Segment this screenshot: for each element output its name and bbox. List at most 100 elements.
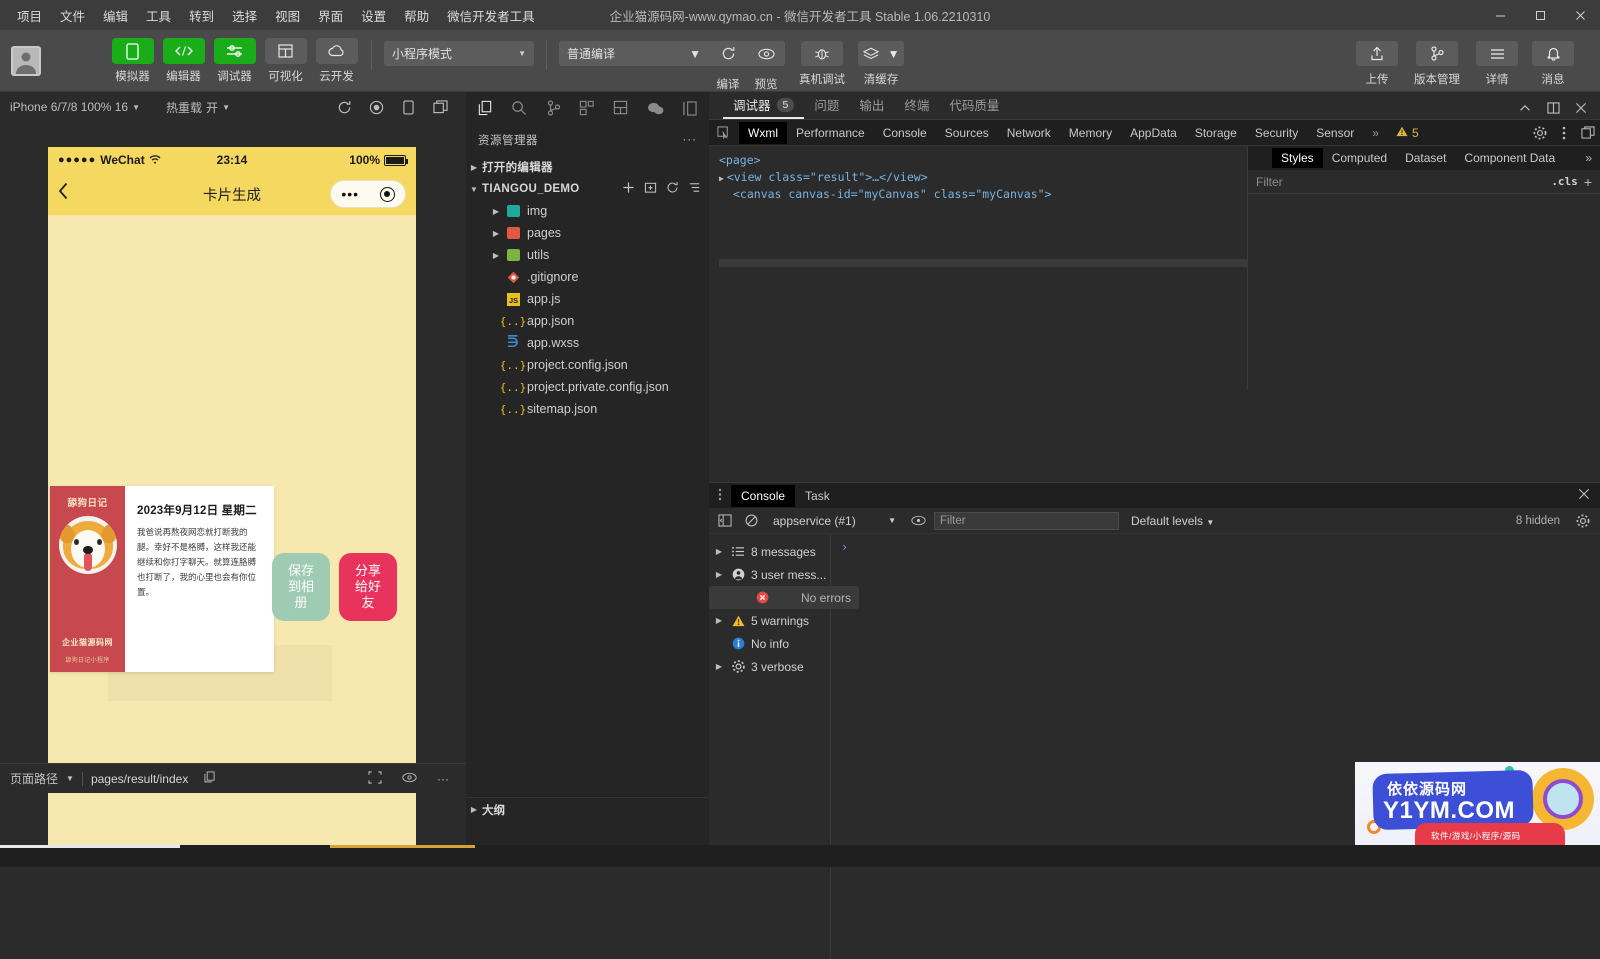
tree-item-projectconfig[interactable]: {..} project.config.json (466, 354, 709, 376)
menu-item-goto[interactable]: 转到 (180, 2, 223, 29)
devtools-tab-memory[interactable]: Memory (1060, 122, 1121, 144)
simulator-record-icon[interactable] (360, 95, 392, 119)
menu-item-edit[interactable]: 编辑 (94, 2, 137, 29)
new-folder-icon[interactable] (644, 181, 657, 197)
upload-button[interactable]: 上传 (1352, 30, 1402, 87)
devtools-tab-security[interactable]: Security (1246, 122, 1307, 144)
devtools-tab-network[interactable]: Network (998, 122, 1060, 144)
minimize-button[interactable] (1480, 0, 1520, 30)
devtools-warning-indicator[interactable]: 5 (1388, 126, 1427, 140)
files-icon[interactable] (468, 93, 502, 123)
tree-item-appwxss[interactable]: ⋽ app.wxss (466, 332, 709, 354)
maximize-button[interactable] (1520, 0, 1560, 30)
outline-section[interactable]: ▶ 大纲 (466, 797, 709, 821)
console-sidebar-user-messages[interactable]: ▶ 3 user mess... (709, 563, 830, 586)
open-editors-section[interactable]: ▶ 打开的编辑器 (466, 156, 709, 178)
menu-item-tools[interactable]: 工具 (137, 2, 180, 29)
console-close-icon[interactable] (1578, 488, 1600, 503)
layout-icon[interactable] (604, 93, 638, 123)
console-sidebar-info[interactable]: No info (709, 632, 830, 655)
source-control-icon[interactable] (536, 93, 570, 123)
project-root-section[interactable]: ▼ TIANGOU_DEMO (466, 178, 709, 200)
tab-output[interactable]: 输出 (849, 95, 894, 119)
styles-tab-component-data[interactable]: Component Data (1455, 148, 1564, 168)
eye-preview-icon[interactable] (396, 772, 422, 786)
device-select[interactable]: iPhone 6/7/8 100% 16 ▼ (10, 100, 140, 114)
tab-debugger[interactable]: 调试器 5 (723, 95, 805, 119)
toolbar-button-debugger[interactable]: 调试器 (212, 38, 257, 84)
devtools-tab-appdata[interactable]: AppData (1121, 122, 1186, 144)
styles-tab-computed[interactable]: Computed (1323, 148, 1396, 168)
wxml-tree[interactable]: <page> ▶ <view class="result">…</view> <c… (709, 146, 1247, 390)
close-button[interactable] (1560, 0, 1600, 30)
version-control-button[interactable]: 版本管理 (1408, 30, 1466, 87)
devtools-tab-storage[interactable]: Storage (1186, 122, 1246, 144)
devtools-tab-wxml[interactable]: Wxml (739, 121, 787, 144)
toolbar-button-cloud[interactable]: 云开发 (314, 38, 359, 84)
wechat-icon[interactable] (638, 93, 672, 123)
tab-code-quality[interactable]: 代码质量 (939, 95, 1009, 119)
menu-item-view[interactable]: 视图 (266, 2, 309, 29)
console-clear-icon[interactable] (741, 511, 761, 531)
menu-item-help[interactable]: 帮助 (395, 2, 438, 29)
preview-button[interactable] (747, 41, 785, 66)
wechat-capsule[interactable]: ••• (330, 180, 406, 208)
search-icon[interactable] (502, 93, 536, 123)
chevron-down-icon[interactable]: ▼ (66, 774, 74, 783)
styles-filter-input[interactable]: Filter (1256, 175, 1283, 189)
devtools-tab-console[interactable]: Console (874, 122, 936, 144)
share-to-friend-button[interactable]: 分享给好友 (339, 553, 397, 621)
extensions-icon[interactable] (570, 93, 604, 123)
menu-item-interface[interactable]: 界面 (309, 2, 352, 29)
tree-item-pages[interactable]: ▶ pages (466, 222, 709, 244)
new-file-icon[interactable] (622, 181, 635, 197)
toolbar-button-simulator[interactable]: 模拟器 (110, 38, 155, 84)
panel-close-icon[interactable] (1568, 97, 1594, 119)
devtools-settings-icon[interactable] (1528, 120, 1552, 146)
toolbar-button-editor[interactable]: 编辑器 (161, 38, 206, 84)
console-sidebar-warnings[interactable]: ▶ 5 warnings (709, 609, 830, 632)
mode-select[interactable]: 小程序模式 ▼ (384, 41, 534, 66)
tree-item-img[interactable]: ▶ img (466, 200, 709, 222)
menu-item-settings[interactable]: 设置 (352, 2, 395, 29)
hot-reload-select[interactable]: 热重载 开 ▼ (166, 99, 230, 116)
tab-terminal[interactable]: 终端 (894, 95, 939, 119)
devtools-kebab-icon[interactable] (1552, 120, 1576, 146)
tree-item-projectprivateconfig[interactable]: {..} project.private.config.json (466, 376, 709, 398)
wireframe-icon[interactable] (362, 770, 388, 787)
console-kebab-icon[interactable] (709, 488, 731, 504)
tree-item-appjson[interactable]: {..} app.json (466, 310, 709, 332)
refresh-icon[interactable] (666, 181, 679, 197)
devtools-detach-icon[interactable] (1576, 120, 1600, 146)
menu-item-devtools[interactable]: 微信开发者工具 (438, 2, 544, 29)
console-context-select[interactable]: appservice (#1) ▼ (767, 514, 902, 528)
tree-item-sitemap[interactable]: {..} sitemap.json (466, 398, 709, 420)
console-sidebar-messages[interactable]: ▶ 8 messages (709, 540, 830, 563)
styles-add-rule-button[interactable]: + (1584, 174, 1592, 190)
inspect-element-icon[interactable] (709, 120, 739, 146)
realdevice-debug-button[interactable]: 真机调试 (797, 30, 847, 87)
console-tab-task[interactable]: Task (795, 485, 840, 507)
compile-button[interactable] (709, 41, 747, 66)
devtools-tab-sources[interactable]: Sources (936, 122, 998, 144)
tree-item-gitignore[interactable]: .gitignore (466, 266, 709, 288)
messages-button[interactable]: 消息 (1528, 30, 1578, 87)
details-button[interactable]: 详情 (1472, 30, 1522, 87)
styles-overflow-icon[interactable]: » (1585, 151, 1600, 165)
split-editor-icon[interactable] (673, 93, 707, 123)
console-tab-console[interactable]: Console (731, 484, 796, 507)
console-output[interactable]: › (831, 534, 1600, 959)
simulator-refresh-icon[interactable] (328, 95, 360, 119)
menu-item-project[interactable]: 项目 (8, 2, 51, 29)
console-levels-select[interactable]: Default levels ▼ (1125, 514, 1214, 528)
avatar[interactable] (0, 30, 52, 92)
explorer-more-icon[interactable]: ··· (683, 134, 698, 146)
compile-select[interactable]: 普通编译 ▼ (559, 41, 709, 66)
panel-split-icon[interactable] (1540, 97, 1566, 119)
panel-collapse-icon[interactable] (1512, 97, 1538, 119)
console-filter-input[interactable]: Filter (934, 511, 1119, 530)
simulator-rotate-icon[interactable] (392, 95, 424, 119)
menu-item-select[interactable]: 选择 (223, 2, 266, 29)
styles-tab-styles[interactable]: Styles (1272, 148, 1323, 168)
copy-path-icon[interactable] (196, 771, 222, 786)
